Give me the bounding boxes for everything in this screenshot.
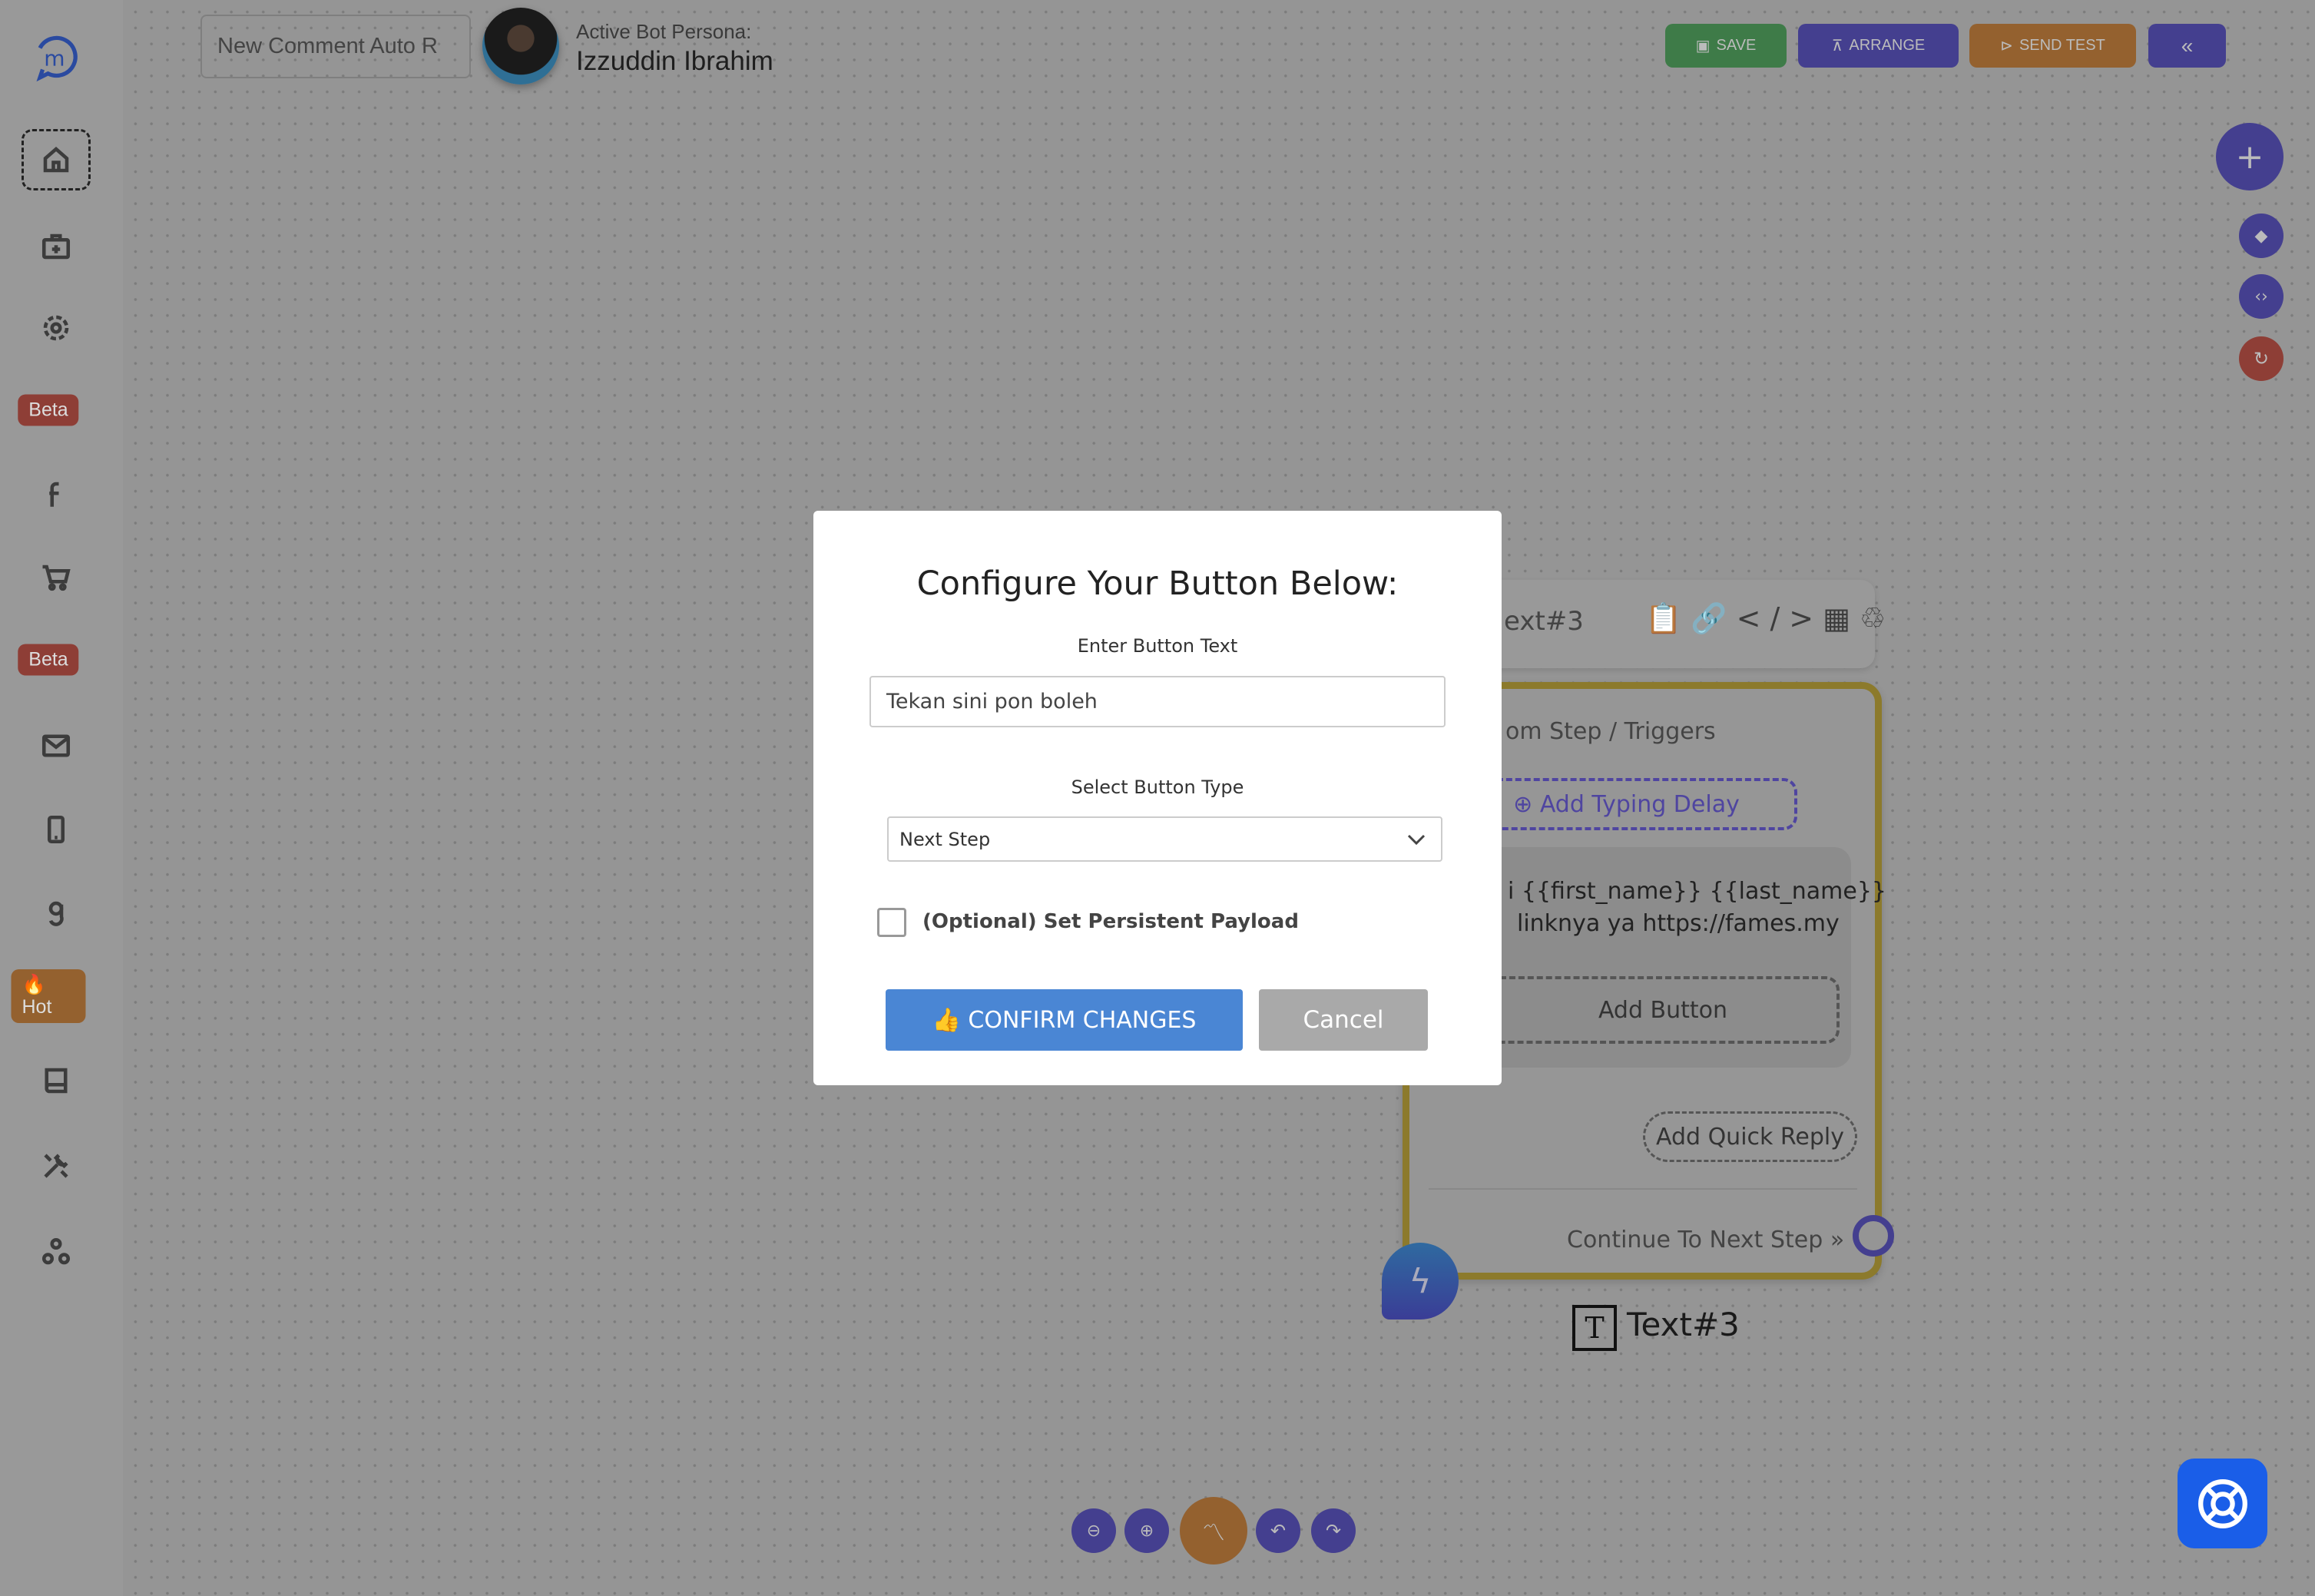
cluster-icon (41, 1237, 71, 1265)
persona-name: Izzuddin Ibrahim (576, 46, 773, 76)
text-type-icon: T (1572, 1305, 1617, 1351)
button-type-label: Select Button Type (1071, 776, 1244, 798)
code-icon[interactable]: </> (1737, 601, 1823, 635)
node-label: Text#3 (1627, 1306, 1740, 1343)
zoom-out-button[interactable]: ⊖ (1071, 1508, 1116, 1553)
sidebar-item-shop[interactable] (40, 561, 72, 594)
message-line-2: linknya ya https://fames.my (1517, 910, 1840, 937)
phone-icon (47, 815, 65, 844)
sidebar-item-email[interactable] (40, 730, 72, 762)
tag-icon: ◆ (2254, 226, 2268, 246)
tags-button[interactable]: ◆ (2239, 214, 2284, 258)
redo-icon: ↷ (1325, 1520, 1342, 1541)
continue-label: Continue To Next Step (1567, 1227, 1823, 1253)
button-type-value: Next Step (899, 828, 991, 850)
home-icon (43, 146, 69, 173)
save-label: SAVE (1716, 37, 1757, 54)
briefcase-plus-icon (41, 233, 71, 260)
chart-search-icon: 〽 (1202, 1520, 1225, 1547)
persona-label: Active Bot Persona: (576, 20, 752, 43)
sidebar-item-home[interactable] (22, 129, 91, 190)
lifebuoy-icon (2197, 1478, 2247, 1528)
sitemap-icon: ⊼ (1831, 38, 1843, 55)
cancel-button[interactable]: Cancel (1259, 989, 1428, 1051)
tools-icon (44, 1154, 68, 1178)
confirm-changes-button[interactable]: 👍 CONFIRM CHANGES (886, 989, 1243, 1051)
sidebar-item-facebook[interactable] (40, 478, 72, 511)
code-button[interactable]: ‹› (2239, 274, 2284, 319)
modal-title: Configure Your Button Below: (916, 565, 1399, 603)
cart-icon (42, 565, 71, 591)
zoom-in-icon: ⊕ (1139, 1521, 1154, 1541)
trigger-label: om Step / Triggers (1505, 718, 1716, 745)
app-logo[interactable]: m (29, 29, 83, 83)
collapse-button[interactable]: « (2148, 24, 2226, 68)
send-test-button[interactable]: ⊳ SEND TEST (1969, 24, 2136, 68)
divider (1429, 1188, 1857, 1190)
save-button[interactable]: ▣ SAVE (1665, 24, 1787, 68)
sidebar-item-briefcase[interactable] (40, 230, 72, 263)
qr-code-icon[interactable]: ▦ (1823, 601, 1860, 635)
continue-next-step-link[interactable]: Continue To Next Step » (1567, 1227, 1844, 1253)
hot-badge[interactable]: 🔥Hot (11, 969, 86, 1023)
save-icon: ▣ (1695, 38, 1711, 55)
code-icon: ‹› (2254, 286, 2268, 306)
zoom-out-icon: ⊖ (1086, 1521, 1101, 1541)
book-icon (45, 1068, 68, 1094)
reset-button[interactable]: ↻ (2239, 336, 2284, 381)
chevrons-right-icon: » (1830, 1227, 1845, 1253)
messenger-icon: ϟ (1382, 1243, 1459, 1320)
link-icon[interactable]: 🔗 (1691, 601, 1736, 635)
chevron-down-icon (1407, 834, 1426, 845)
arrange-label: ARRANGE (1849, 37, 1926, 54)
flow-name-input[interactable]: New Comment Auto R (200, 15, 471, 78)
button-text-label: Enter Button Text (1077, 635, 1238, 657)
sidebar-item-tools[interactable] (40, 1150, 72, 1182)
beta-badge[interactable]: Beta (18, 394, 79, 426)
mail-icon (41, 734, 71, 757)
message-bubble[interactable]: i {{first_name}} {{last_name}} linknya y… (1440, 847, 1886, 1068)
refresh-icon: ↻ (2253, 348, 2270, 369)
next-step-connector[interactable] (1853, 1215, 1894, 1257)
add-typing-delay-button[interactable]: ⊕ Add Typing Delay (1456, 778, 1797, 830)
sidebar: m Beta Beta 🔥Hot (0, 0, 123, 1596)
configure-button-modal: Configure Your Button Below: Enter Butto… (813, 511, 1502, 1085)
message-line-1: i {{first_name}} {{last_name}} (1508, 878, 1886, 905)
button-text-input[interactable]: Tekan sini pon boleh (869, 676, 1446, 727)
fit-view-button[interactable]: 〽 (1180, 1497, 1247, 1565)
persona-avatar[interactable] (482, 8, 559, 84)
google-icon (48, 901, 64, 926)
persistent-payload-label[interactable]: (Optional) Set Persistent Payload (922, 910, 1299, 933)
redo-button[interactable]: ↷ (1311, 1508, 1356, 1553)
sidebar-item-google[interactable] (40, 898, 72, 930)
help-button[interactable] (2178, 1459, 2267, 1548)
sidebar-item-settings[interactable] (40, 312, 72, 344)
add-button-button[interactable]: Add Button (1486, 976, 1840, 1044)
persistent-payload-checkbox[interactable] (877, 908, 906, 937)
zoom-in-button[interactable]: ⊕ (1124, 1508, 1169, 1553)
facebook-icon (49, 482, 59, 507)
plus-icon: + (2235, 137, 2264, 177)
button-type-select[interactable]: Next Step (887, 816, 1442, 862)
webhook-icon[interactable]: ♲ (1860, 601, 1895, 635)
gear-icon (43, 315, 69, 341)
beta-badge[interactable]: Beta (18, 644, 79, 676)
arrange-button[interactable]: ⊼ ARRANGE (1798, 24, 1959, 68)
clipboard-icon[interactable]: 📋 (1645, 601, 1691, 635)
undo-button[interactable]: ↶ (1256, 1508, 1300, 1553)
send-test-label: SEND TEST (2019, 37, 2105, 54)
node-header-title: ext#3 (1504, 606, 1584, 637)
undo-icon: ↶ (1270, 1520, 1287, 1541)
svg-text:m: m (44, 45, 65, 71)
add-step-button[interactable]: + (2216, 123, 2284, 190)
sidebar-item-docs[interactable] (40, 1065, 72, 1097)
add-quick-reply-button[interactable]: Add Quick Reply (1643, 1111, 1857, 1162)
sidebar-item-integrations[interactable] (40, 1236, 72, 1268)
node-actions[interactable]: 📋🔗</>▦♲ (1645, 601, 1895, 636)
sidebar-item-sms[interactable] (40, 813, 72, 846)
send-icon: ⊳ (2000, 38, 2013, 55)
